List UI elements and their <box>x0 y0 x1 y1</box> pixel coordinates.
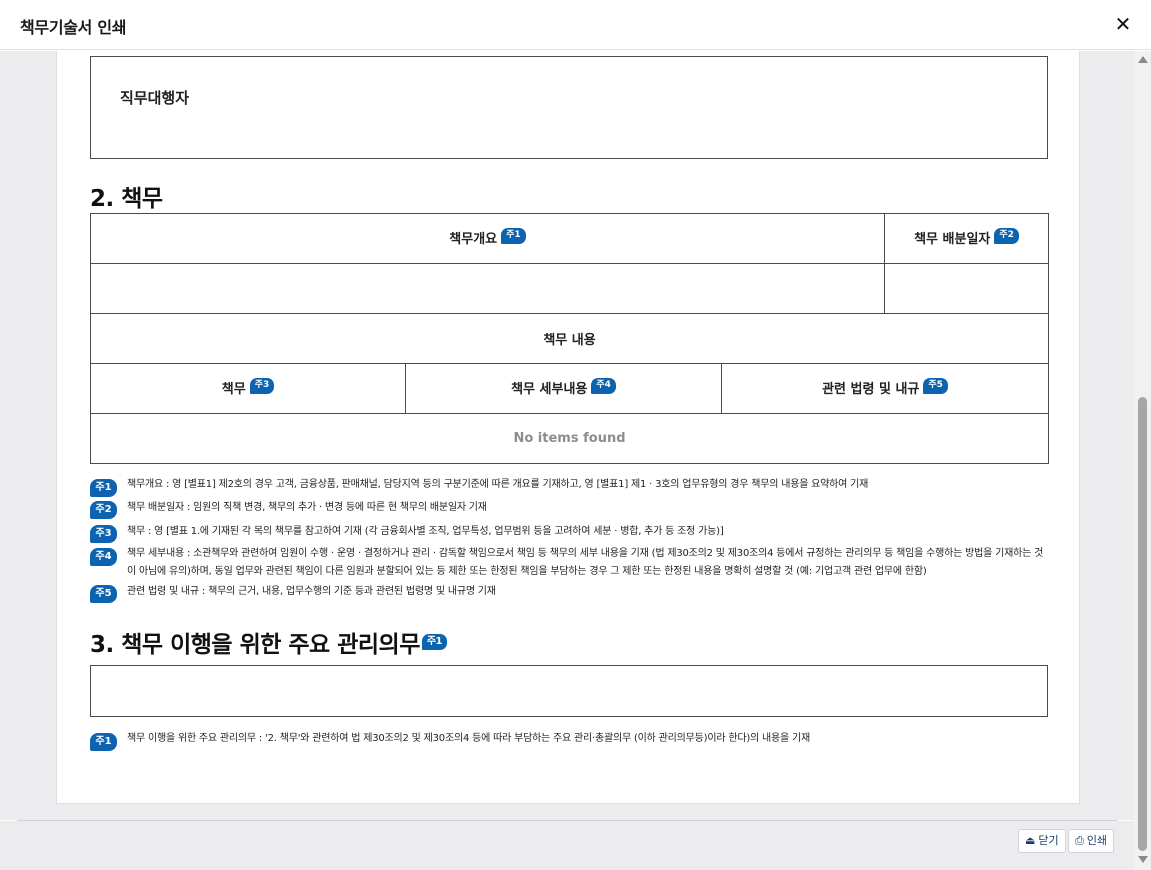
summary-cell <box>90 263 885 314</box>
note-text: 책무 세부내용 : 소관책무와 관련하여 임원이 수행 · 운영 · 결정하거나… <box>127 548 1044 577</box>
empty-state: No items found <box>90 413 1049 464</box>
print-button-label: 인쇄 <box>1086 834 1108 847</box>
note-badge: 주1 <box>421 634 448 650</box>
assignment-date-header: 책무 배분일자 주2 <box>884 213 1049 264</box>
section-3-title-text: 3. 책무 이행을 위한 주요 관리의무 <box>90 632 420 658</box>
scroll-down-icon[interactable] <box>1138 856 1148 863</box>
duty-column-label: 책무 <box>221 381 246 397</box>
management-duty-box <box>90 665 1048 717</box>
duty-detail-column-header: 책무 세부내용 주4 <box>405 363 722 414</box>
summary-header: 책무개요 주1 <box>90 213 885 264</box>
duty-content-header: 책무 내용 <box>90 313 1049 364</box>
close-icon[interactable]: ✕ <box>1110 11 1136 37</box>
scroll-up-icon[interactable] <box>1138 56 1148 63</box>
note-text: 책무 : 영 [별표 1.에 기재된 각 목의 책무를 참고하여 기재 (각 금… <box>127 526 724 537</box>
note-text: 책무 이행을 위한 주요 관리의무 : '2. 책무'와 관련하여 법 제30조… <box>127 733 810 744</box>
law-column-header: 관련 법령 및 내규 주5 <box>721 363 1049 414</box>
vertical-scrollbar[interactable] <box>1134 51 1151 870</box>
document-page: 직무대행자 2. 책무 책무개요 주1 책무 배분일자 주2 책무 내용 책무 … <box>56 51 1080 804</box>
law-column-label: 관련 법령 및 내규 <box>822 381 920 397</box>
dialog-header: 책무기술서 인쇄 ✕ <box>0 0 1151 50</box>
duty-detail-column-label: 책무 세부내용 <box>511 381 588 397</box>
scrollbar-thumb[interactable] <box>1138 397 1147 851</box>
assignment-date-header-label: 책무 배분일자 <box>914 231 991 247</box>
acting-agent-box: 직무대행자 <box>90 56 1048 159</box>
note-badge: 주5 <box>90 585 117 603</box>
printer-icon: ⎙ <box>1075 834 1084 847</box>
note-badge: 주1 <box>90 479 117 497</box>
acting-agent-label: 직무대행자 <box>120 89 190 107</box>
assignment-date-cell <box>884 263 1049 314</box>
summary-header-label: 책무개요 <box>449 231 498 247</box>
note-badge: 주3 <box>90 525 117 543</box>
exit-icon: ⏏ <box>1025 834 1036 847</box>
note-badge: 주3 <box>249 377 275 394</box>
note-badge: 주1 <box>90 733 117 751</box>
note-badge: 주2 <box>994 227 1019 244</box>
close-button[interactable]: ⏏ 닫기 <box>1018 829 1066 853</box>
duty-column-header: 책무 주3 <box>90 363 406 414</box>
section-3-title: 3. 책무 이행을 위한 주요 관리의무 주1 <box>90 625 448 659</box>
note-badge: 주2 <box>90 501 117 519</box>
dialog-body: 직무대행자 2. 책무 책무개요 주1 책무 배분일자 주2 책무 내용 책무 … <box>0 51 1134 820</box>
note-badge: 주5 <box>923 377 948 394</box>
note-text: 책무 배분일자 : 임원의 직책 변경, 책무의 추가 · 변경 등에 따른 현… <box>127 502 487 513</box>
dialog-title: 책무기술서 인쇄 <box>20 18 127 37</box>
note-badge: 주4 <box>591 377 616 394</box>
responsibility-table: 책무개요 주1 책무 배분일자 주2 책무 내용 책무 주3 책무 세부내용 주4 <box>90 213 1049 464</box>
note-text: 책무개요 : 영 [별표1] 제2호의 경우 고객, 금융상품, 판매채널, 담… <box>127 479 869 490</box>
print-button[interactable]: ⎙ 인쇄 <box>1068 829 1115 853</box>
note-text: 관련 법령 및 내규 : 책무의 근거, 내용, 업무수행의 기준 등과 관련된… <box>127 586 496 597</box>
note-badge: 주1 <box>501 227 526 244</box>
section-2-title: 2. 책무 <box>90 186 163 212</box>
close-button-label: 닫기 <box>1038 834 1059 847</box>
note-badge: 주4 <box>90 548 117 566</box>
dialog-footer <box>0 821 1134 870</box>
